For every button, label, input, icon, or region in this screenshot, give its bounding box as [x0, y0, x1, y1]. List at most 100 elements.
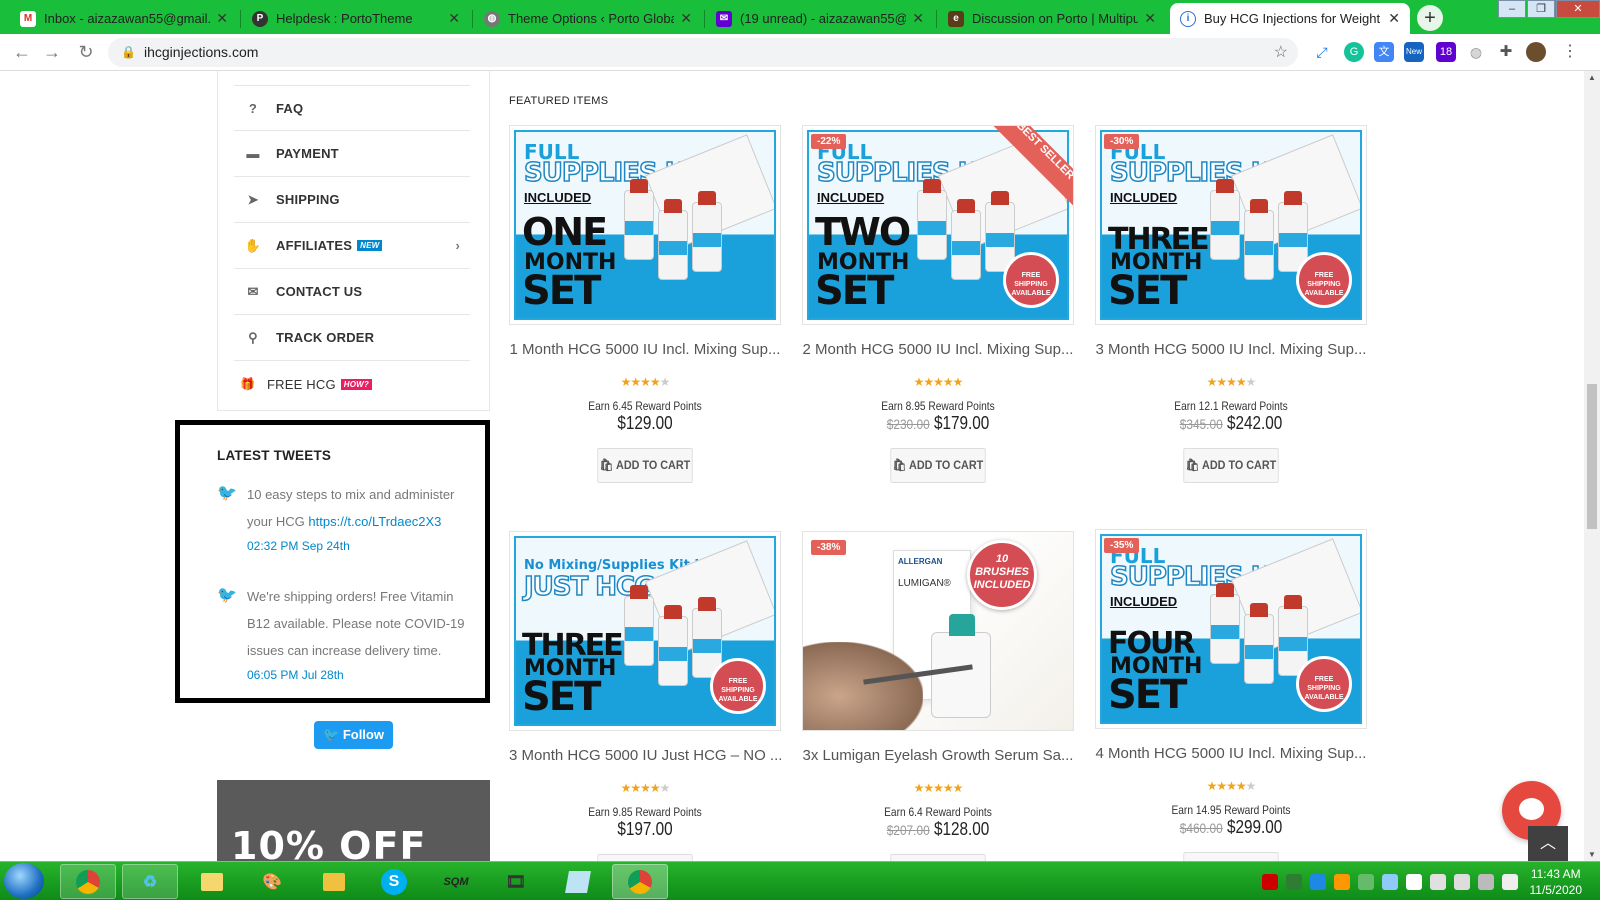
volume-tray-icon[interactable] [1502, 874, 1518, 890]
add-to-cart-button[interactable]: 🛍 ADD TO CART [597, 448, 692, 483]
vpn-globe-icon[interactable]: ◍ [1466, 42, 1486, 62]
restore-icon[interactable]: ❐ [1527, 0, 1555, 18]
close-tab-icon[interactable]: ✕ [912, 10, 924, 27]
recycle-icon[interactable]: ♻ [122, 864, 178, 899]
product-name-link[interactable]: 3 Month HCG 5000 IU Incl. Mixing Sup... [1095, 341, 1367, 358]
browser-tab[interactable]: ◍ Theme Options ‹ Porto Global T ✕ [474, 3, 702, 34]
tweet-time[interactable]: 02:32 PM Sep 24th [247, 539, 477, 553]
close-tab-icon[interactable]: ✕ [680, 10, 692, 27]
new-extension-icon[interactable]: New [1404, 42, 1424, 62]
globe-icon: ◍ [484, 11, 500, 27]
close-tab-icon[interactable]: ✕ [216, 10, 228, 27]
signal-tray-icon[interactable] [1478, 874, 1494, 890]
product-image[interactable]: -38% ALLERGAN LUMIGAN® 10 BRUSHES INCLUD… [802, 531, 1074, 731]
product-name-link[interactable]: 4 Month HCG 5000 IU Incl. Mixing Sup... [1095, 745, 1367, 762]
hand-coin-icon: ✋ [244, 238, 262, 254]
product-card: -38% ALLERGAN LUMIGAN® 10 BRUSHES INCLUD… [802, 531, 1074, 861]
product-name-link[interactable]: 3 Month HCG 5000 IU Just HCG – NO ... [509, 747, 781, 764]
menu-dots-icon[interactable]: ⋮ [1560, 42, 1580, 62]
product-image[interactable]: FULL SUPPLIES KIT INCLUDED FOUR MONTH SE… [1095, 529, 1367, 729]
image-included-text: INCLUDED [524, 190, 591, 205]
chrome-active-icon[interactable] [612, 864, 668, 899]
add-to-cart-button[interactable]: 🛍 ADD TO CART [1183, 852, 1278, 861]
image-set-text: SET [1108, 672, 1185, 718]
sidebar-item-free-hcg[interactable]: 🎁 FREE HCG HOW? [234, 361, 470, 407]
scroll-to-top-button[interactable]: ︿ [1528, 826, 1568, 861]
vial-graphic [1210, 594, 1240, 664]
add-to-cart-button[interactable]: 🛍 ADD TO CART [890, 854, 985, 861]
notepad-icon[interactable] [550, 864, 606, 899]
sidebar-item-affiliates[interactable]: ✋ AFFILIATES NEW › [234, 223, 470, 269]
browser-tab[interactable]: ✉ (19 unread) - aizazawan55@yah ✕ [706, 3, 934, 34]
profile-avatar[interactable] [1526, 42, 1546, 62]
files-icon[interactable] [184, 864, 240, 899]
sidebar-item-track-order[interactable]: ⚲ TRACK ORDER [234, 315, 470, 361]
twitter-follow-button[interactable]: 🐦 Follow [314, 721, 393, 749]
browser-tab[interactable]: e Discussion on Porto | Multipurp ✕ [938, 3, 1166, 34]
address-bar[interactable]: 🔒 ihcginjections.com ☆ [108, 38, 1298, 67]
browser-tab[interactable]: P Helpdesk : PortoTheme ✕ [242, 3, 470, 34]
extensions-puzzle-icon[interactable]: ✚ [1496, 42, 1516, 62]
add-to-cart-button[interactable]: 🛍 ADD TO CART [890, 448, 985, 483]
adobe-tray-icon[interactable] [1262, 874, 1278, 890]
browser-tab[interactable]: M Inbox - aizazawan55@gmail.com ✕ [10, 3, 238, 34]
tweet-link[interactable]: https://t.co/LTrdaec2X3 [308, 514, 441, 529]
sidebar-item-shipping[interactable]: ➤ SHIPPING [234, 177, 470, 223]
minimize-icon[interactable]: – [1498, 0, 1526, 18]
add-to-cart-button[interactable]: 🛍 ADD TO CART [597, 854, 692, 861]
close-tab-icon[interactable]: ✕ [1388, 10, 1400, 27]
close-window-icon[interactable]: ✕ [1556, 0, 1600, 18]
page-scrollbar[interactable]: ▲ ▼ [1584, 71, 1600, 861]
star-icon: ★ [621, 781, 631, 795]
flag-tray-icon[interactable] [1430, 874, 1446, 890]
scroll-down-arrow-icon[interactable]: ▼ [1588, 850, 1596, 859]
product-name-link[interactable]: 2 Month HCG 5000 IU Incl. Mixing Sup... [802, 341, 1074, 358]
windows-start-button[interactable] [4, 863, 44, 899]
add-to-cart-button[interactable]: 🛍 ADD TO CART [1183, 448, 1278, 483]
expand-icon[interactable]: ⤢ [1312, 42, 1332, 62]
dropbox-tray-icon[interactable] [1382, 874, 1398, 890]
sidebar-item-label: SHIPPING [276, 192, 340, 207]
sidebar-item-payment[interactable]: ▬ PAYMENT [234, 131, 470, 177]
app-tray-icon[interactable] [1334, 874, 1350, 890]
usb-tray-icon[interactable] [1406, 874, 1422, 890]
skype-icon[interactable]: S [366, 864, 422, 899]
star-icon: ★ [1216, 779, 1226, 793]
teamviewer-tray-icon[interactable] [1310, 874, 1326, 890]
network-tray-icon[interactable] [1286, 874, 1302, 890]
explorer-icon[interactable] [306, 864, 362, 899]
back-icon[interactable]: ← [10, 40, 34, 64]
tweet-time[interactable]: 06:05 PM Jul 28th [247, 668, 477, 682]
sidebar-item-faq[interactable]: ? FAQ [234, 85, 470, 131]
product-name-link[interactable]: 1 Month HCG 5000 IU Incl. Mixing Sup... [509, 341, 781, 358]
yahoo-extension-icon[interactable]: 18 [1436, 42, 1456, 62]
product-image[interactable]: No Mixing/Supplies Kit Incl. JUST HCG TH… [509, 531, 781, 731]
paint-icon[interactable]: 🎨 [244, 864, 300, 899]
product-image[interactable]: FULL SUPPLIES KIT INCLUDED ONE MONTH SET [509, 125, 781, 325]
reward-points: Earn 12.1 Reward Points [1115, 399, 1346, 413]
sqm-icon[interactable]: SQM [428, 864, 484, 899]
product-card: FULL SUPPLIES KIT INCLUDED TWO MONTH SET… [802, 125, 1074, 483]
grammarly-icon[interactable]: G [1344, 42, 1364, 62]
system-clock[interactable]: 11:43 AM 11/5/2020 [1530, 866, 1583, 898]
browser-tab-active[interactable]: i Buy HCG Injections for Weight L ✕ [1170, 3, 1410, 34]
power-tray-icon[interactable] [1454, 874, 1470, 890]
chrome-icon[interactable] [60, 864, 116, 899]
scrollbar-thumb[interactable] [1587, 384, 1597, 529]
close-tab-icon[interactable]: ✕ [448, 10, 460, 27]
sidebar-item-contact-us[interactable]: ✉ CONTACT US [234, 269, 470, 315]
translate-icon[interactable]: 文 [1374, 42, 1394, 62]
promo-banner[interactable]: 10% OFF THIS [217, 780, 490, 861]
reload-icon[interactable]: ↻ [74, 40, 98, 64]
bookmark-star-icon[interactable]: ☆ [1274, 38, 1288, 67]
image-set-text: SET [522, 674, 599, 720]
product-image[interactable]: FULL SUPPLIES KIT INCLUDED THREE MONTH S… [1095, 125, 1367, 325]
forward-icon[interactable]: → [40, 40, 64, 64]
new-tab-button[interactable]: + [1417, 5, 1443, 31]
media-icon[interactable]: 🎞 [488, 864, 544, 899]
scroll-up-arrow-icon[interactable]: ▲ [1588, 73, 1596, 82]
product-name-link[interactable]: 3x Lumigan Eyelash Growth Serum Sa... [802, 747, 1074, 764]
security-tray-icon[interactable] [1358, 874, 1374, 890]
product-image[interactable]: FULL SUPPLIES KIT INCLUDED TWO MONTH SET… [802, 125, 1074, 325]
close-tab-icon[interactable]: ✕ [1144, 10, 1156, 27]
